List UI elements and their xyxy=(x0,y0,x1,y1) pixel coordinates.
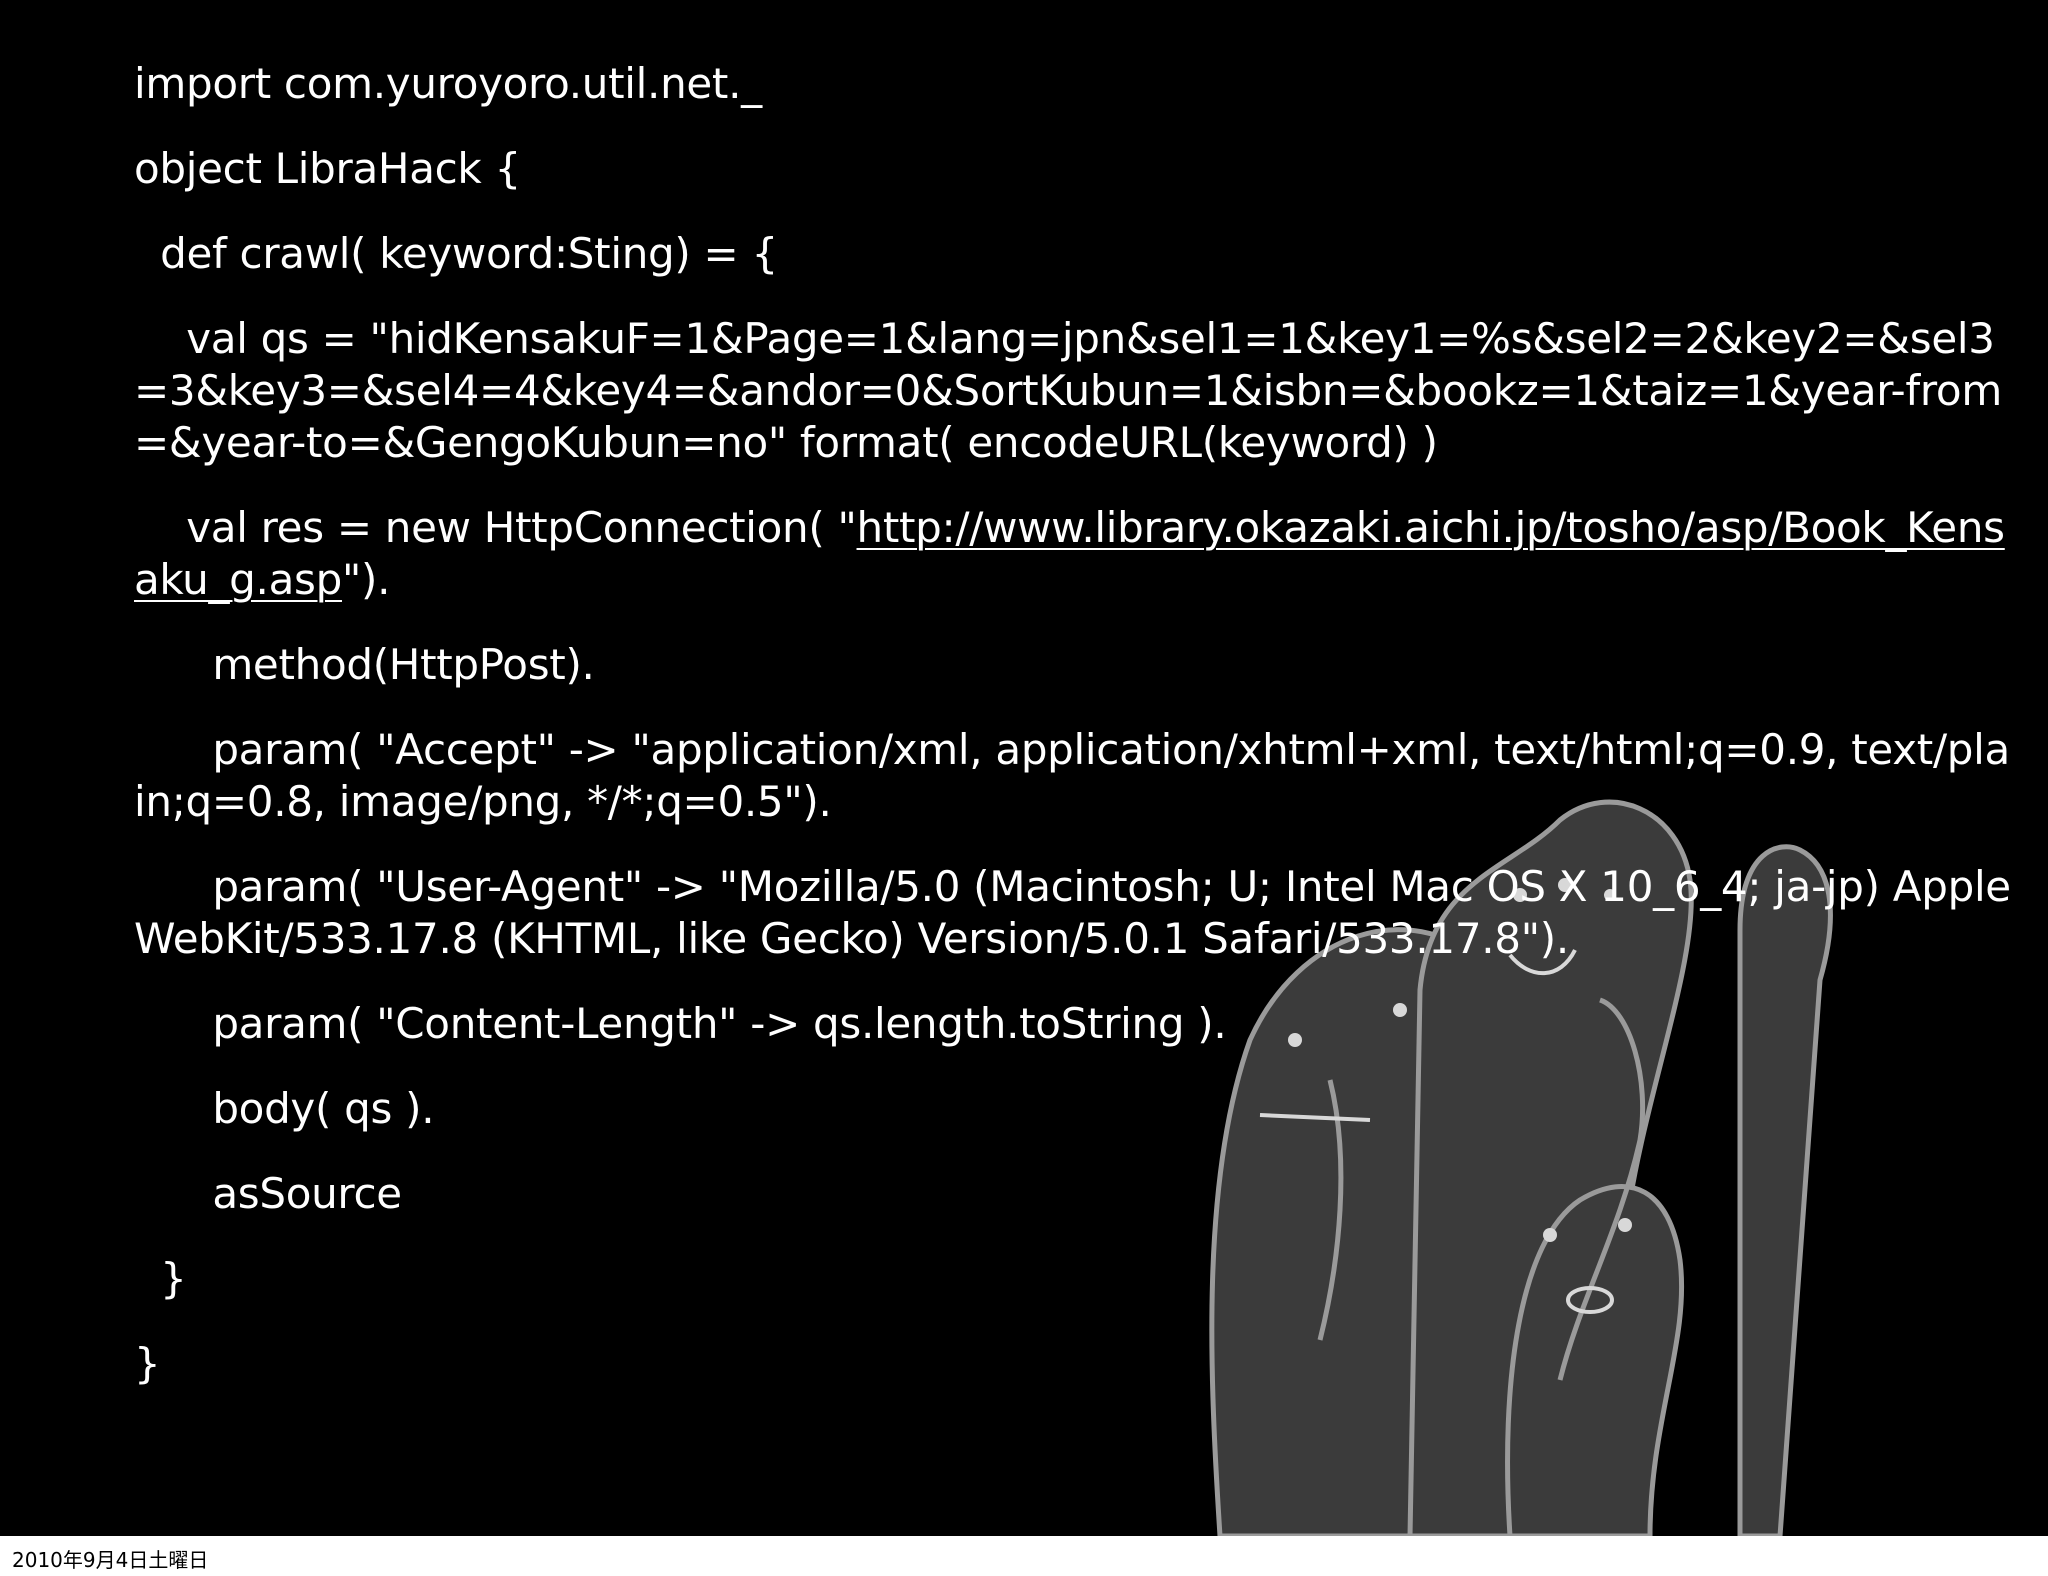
code-line-close-object: } xyxy=(134,1339,161,1388)
code-block: import com.yuroyoro.util.net._ object Li… xyxy=(134,58,2014,1423)
code-line-import: import com.yuroyoro.util.net._ xyxy=(134,59,762,108)
slide: import com.yuroyoro.util.net._ object Li… xyxy=(0,0,2048,1536)
footer-date: 2010年9月4日土曜日 xyxy=(12,1548,209,1572)
code-line-body: body( qs ). xyxy=(134,1084,435,1133)
code-line-method: method(HttpPost). xyxy=(134,640,595,689)
footer-bar: 2010年9月4日土曜日 xyxy=(0,1536,2048,1576)
code-line-param-user-agent: param( "User-Agent" -> "Mozilla/5.0 (Mac… xyxy=(134,862,2011,963)
code-line-def-crawl: def crawl( keyword:Sting) = { xyxy=(134,229,778,278)
code-line-param-content-length: param( "Content-Length" -> qs.length.toS… xyxy=(134,999,1227,1048)
code-line-close-def: } xyxy=(134,1254,187,1303)
code-line-val-qs: val qs = "hidKensakuF=1&Page=1&lang=jpn&… xyxy=(134,314,2002,467)
code-line-val-res-prefix: val res = new HttpConnection( " xyxy=(134,503,857,552)
code-line-val-res-suffix: "). xyxy=(341,555,391,604)
code-line-param-accept: param( "Accept" -> "application/xml, app… xyxy=(134,725,2010,826)
code-line-object-declaration: object LibraHack { xyxy=(134,144,521,193)
code-line-as-source: asSource xyxy=(134,1169,402,1218)
code-line-val-res: val res = new HttpConnection( "http://ww… xyxy=(134,502,2014,606)
